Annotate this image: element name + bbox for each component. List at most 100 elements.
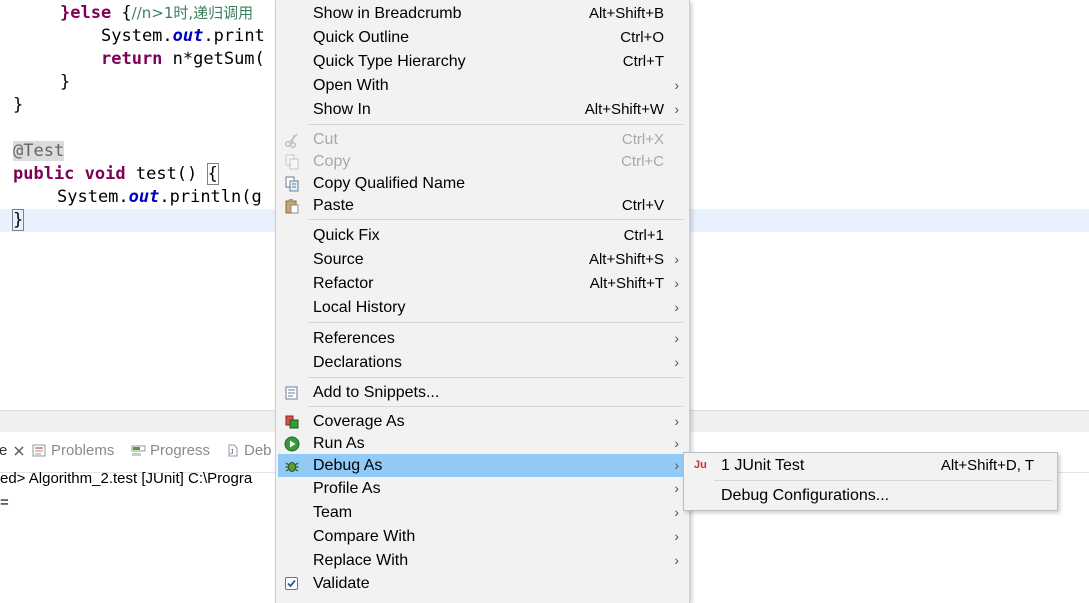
chevron-right-icon: › bbox=[674, 101, 679, 117]
menu-accelerator: Alt+Shift+D, T bbox=[940, 457, 1034, 474]
menu-item-open-with[interactable]: Open With › bbox=[278, 74, 687, 97]
menu-item-run-as[interactable]: Run As › bbox=[278, 432, 687, 455]
menu-item-quick-outline[interactable]: Quick Outline Ctrl+O bbox=[278, 26, 687, 49]
menu-item-replace-with[interactable]: Replace With › bbox=[278, 549, 687, 572]
junit-icon-text: Ju bbox=[694, 459, 707, 471]
tab-console[interactable]: e bbox=[0, 442, 26, 459]
svg-text:J: J bbox=[230, 449, 234, 456]
menu-label: Cut bbox=[313, 131, 338, 148]
code-comment: //n>1时,递归调用 bbox=[131, 4, 254, 22]
menu-label: Run As bbox=[313, 435, 365, 452]
code-text: n*getSum( bbox=[162, 49, 265, 69]
code-field: out bbox=[128, 187, 160, 207]
menu-item-profile-as[interactable]: Profile As › bbox=[278, 477, 687, 500]
code-text: .println(g bbox=[159, 187, 262, 207]
menu-label: Paste bbox=[313, 197, 354, 214]
menu-label: Local History bbox=[313, 299, 406, 316]
code-line: } bbox=[13, 95, 24, 115]
menu-separator bbox=[308, 406, 683, 407]
chevron-right-icon: › bbox=[674, 330, 679, 346]
menu-item-quick-fix[interactable]: Quick Fix Ctrl+1 bbox=[278, 224, 687, 247]
chevron-right-icon: › bbox=[674, 299, 679, 315]
menu-item-refactor[interactable]: Refactor Alt+Shift+T › bbox=[278, 272, 687, 295]
debug-icon: J bbox=[225, 443, 240, 458]
submenu-item-junit-test[interactable]: Ju 1 JUnit Test Alt+Shift+D, T bbox=[685, 454, 1056, 478]
code-line: @Test bbox=[13, 140, 65, 163]
code-text: .print bbox=[203, 26, 265, 46]
console-output: = bbox=[0, 494, 9, 511]
menu-item-source[interactable]: Source Alt+Shift+S › bbox=[278, 248, 687, 271]
menu-item-copy[interactable]: Copy Ctrl+C bbox=[278, 150, 687, 173]
menu-label: Copy Qualified Name bbox=[313, 175, 466, 192]
code-line: } bbox=[11, 209, 25, 232]
code-text: { bbox=[111, 3, 132, 23]
menu-label: Coverage As bbox=[313, 413, 405, 430]
menu-item-validate[interactable]: Validate bbox=[278, 572, 687, 595]
menu-item-paste[interactable]: Paste Ctrl+V bbox=[278, 194, 687, 217]
menu-accelerator: Alt+Shift+T bbox=[589, 275, 664, 292]
menu-separator bbox=[714, 480, 1052, 481]
paste-icon bbox=[284, 198, 300, 214]
copy-icon bbox=[284, 154, 300, 170]
menu-item-declarations[interactable]: Declarations › bbox=[278, 351, 687, 374]
debug-as-submenu: Ju 1 JUnit Test Alt+Shift+D, T Debug Con… bbox=[683, 452, 1058, 511]
menu-label: 1 JUnit Test bbox=[721, 457, 805, 474]
menu-accelerator: Ctrl+1 bbox=[623, 227, 664, 244]
menu-item-debug-as[interactable]: Debug As › bbox=[278, 454, 687, 477]
code-text: System. bbox=[57, 187, 129, 207]
code-field: out bbox=[172, 26, 204, 46]
scissors-icon bbox=[284, 132, 300, 148]
menu-item-team[interactable]: Team › bbox=[278, 501, 687, 524]
chevron-right-icon: › bbox=[674, 457, 679, 473]
menu-label: Quick Type Hierarchy bbox=[313, 53, 466, 70]
chevron-right-icon: › bbox=[674, 77, 679, 93]
problems-icon bbox=[32, 443, 47, 458]
tab-debug[interactable]: J Deb bbox=[225, 442, 272, 459]
run-icon bbox=[284, 436, 300, 452]
menu-item-local-history[interactable]: Local History › bbox=[278, 296, 687, 319]
menu-label: Add to Snippets... bbox=[313, 384, 440, 401]
console-header: ed> Algorithm_2.test [JUnit] C:\Progra bbox=[0, 470, 253, 487]
keyword-public: public bbox=[13, 164, 75, 184]
menu-label: Copy bbox=[313, 153, 351, 170]
menu-label: Replace With bbox=[313, 552, 409, 569]
checkbox-checked-icon bbox=[284, 576, 300, 592]
progress-icon bbox=[131, 443, 146, 458]
tab-problems[interactable]: Problems bbox=[32, 442, 114, 459]
junit-icon: Ju bbox=[694, 459, 707, 471]
chevron-right-icon: › bbox=[674, 435, 679, 451]
menu-label: Quick Fix bbox=[313, 227, 380, 244]
menu-item-show-in-breadcrumb[interactable]: Show in Breadcrumb Alt+Shift+B bbox=[278, 2, 687, 25]
menu-label: Debug As bbox=[313, 457, 383, 474]
chevron-right-icon: › bbox=[674, 251, 679, 267]
chevron-right-icon: › bbox=[674, 504, 679, 520]
menu-separator bbox=[308, 322, 683, 323]
menu-item-references[interactable]: References › bbox=[278, 327, 687, 350]
menu-item-cut[interactable]: Cut Ctrl+X bbox=[278, 128, 687, 151]
close-icon[interactable] bbox=[11, 443, 26, 458]
menu-label: Compare With bbox=[313, 528, 416, 545]
menu-label: References bbox=[313, 330, 395, 347]
menu-item-add-to-snippets[interactable]: Add to Snippets... bbox=[278, 381, 687, 404]
menu-separator bbox=[308, 377, 683, 378]
snippets-icon bbox=[284, 385, 300, 401]
menu-item-copy-qualified-name[interactable]: Copy Qualified Name bbox=[278, 172, 687, 195]
menu-item-quick-type-hierarchy[interactable]: Quick Type Hierarchy Ctrl+T bbox=[278, 50, 687, 73]
submenu-item-debug-configurations[interactable]: Debug Configurations... bbox=[685, 484, 1056, 508]
chevron-right-icon: › bbox=[674, 413, 679, 429]
code-text: test() bbox=[125, 164, 208, 184]
tab-progress[interactable]: Progress bbox=[131, 442, 210, 459]
menu-label: Debug Configurations... bbox=[721, 487, 890, 504]
code-line: public void test() { bbox=[13, 163, 219, 186]
menu-label: Source bbox=[313, 251, 364, 268]
menu-item-show-in[interactable]: Show In Alt+Shift+W › bbox=[278, 98, 687, 121]
menu-accelerator: Ctrl+O bbox=[620, 29, 664, 46]
menu-item-coverage-as[interactable]: Coverage As › bbox=[278, 410, 687, 433]
code-text: System. bbox=[101, 26, 173, 46]
code-line: return n*getSum( bbox=[101, 48, 265, 71]
menu-item-compare-with[interactable]: Compare With › bbox=[278, 525, 687, 548]
matching-bracket: { bbox=[206, 163, 219, 185]
tab-label: Problems bbox=[51, 442, 115, 459]
matching-bracket: } bbox=[11, 209, 25, 231]
menu-separator bbox=[308, 219, 683, 220]
